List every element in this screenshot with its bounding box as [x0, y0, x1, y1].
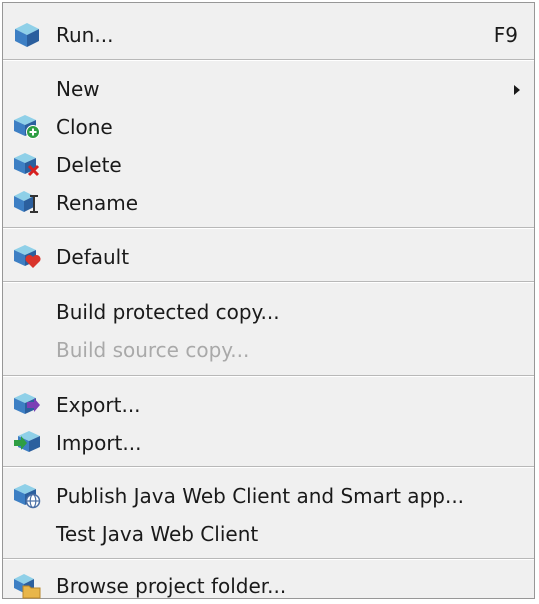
separator	[3, 281, 534, 283]
menu-item-test-java-web-client[interactable]: Test Java Web Client	[3, 516, 534, 552]
menu-item-browse-project-folder[interactable]: Browse project folder...	[3, 568, 534, 604]
separator	[3, 59, 534, 61]
separator	[3, 558, 534, 560]
shortcut-text: F9	[493, 23, 518, 47]
menu-item-export[interactable]: Export...	[3, 387, 534, 423]
menu-item-build-protected-copy[interactable]: Build protected copy...	[3, 294, 534, 330]
menu-item-label: Import...	[56, 431, 142, 455]
menu-item-delete[interactable]: Delete	[3, 147, 534, 183]
menu-item-label: Build protected copy...	[56, 300, 280, 324]
publish-web-icon	[14, 484, 41, 509]
menu-item-label: Export...	[56, 393, 141, 417]
submenu-arrow-icon	[514, 85, 520, 95]
clone-icon	[14, 115, 40, 139]
menu-item-label: Test Java Web Client	[56, 522, 259, 546]
menu-item-default[interactable]: Default	[3, 239, 534, 275]
menu-item-new[interactable]: New	[3, 71, 534, 107]
menu-item-label: Publish Java Web Client and Smart app...	[56, 484, 465, 508]
rename-icon	[14, 191, 38, 213]
delete-icon	[14, 153, 40, 177]
menu-item-label: Default	[56, 245, 130, 269]
run-icon	[15, 23, 39, 47]
menu-item-label: Rename	[56, 191, 139, 215]
separator	[3, 466, 534, 468]
menu-item-label: Run...	[56, 23, 114, 47]
folder-icon	[14, 574, 41, 599]
menu-item-label: Clone	[56, 115, 113, 139]
menu-item-label: Delete	[56, 153, 122, 177]
menu-item-publish-java-web-client[interactable]: Publish Java Web Client and Smart app...	[3, 478, 534, 514]
menu-item-label: Browse project folder...	[56, 574, 287, 598]
menu-item-label: Build source copy...	[56, 338, 250, 362]
context-menu: Run... F9 New Clone Delete Rename Defaul…	[2, 2, 535, 599]
separator	[3, 227, 534, 229]
separator	[3, 375, 534, 377]
menu-item-clone[interactable]: Clone	[3, 109, 534, 145]
export-icon	[14, 393, 40, 414]
menu-item-label: New	[56, 77, 100, 101]
menu-item-run[interactable]: Run... F9	[3, 17, 534, 53]
import-icon	[14, 431, 40, 452]
menu-item-import[interactable]: Import...	[3, 425, 534, 461]
default-icon	[14, 245, 41, 268]
menu-item-rename[interactable]: Rename	[3, 185, 534, 221]
menu-item-build-source-copy: Build source copy...	[3, 332, 534, 368]
